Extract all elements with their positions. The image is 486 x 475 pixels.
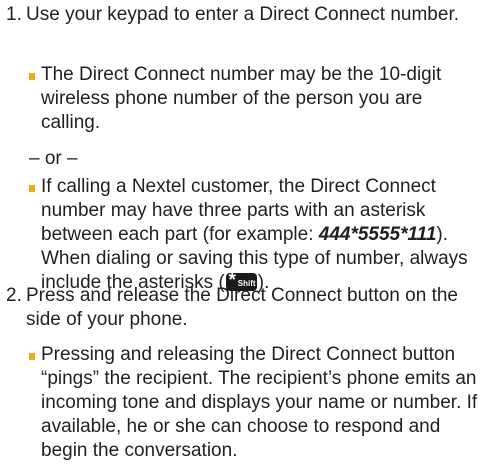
bullet-text: If calling a Nextel customer, the Direct… xyxy=(41,175,486,295)
bullet-text: The Direct Connect number may be the 10-… xyxy=(41,64,442,133)
bullet-text: Pressing and releasing the Direct Connec… xyxy=(41,344,478,461)
step-text: Use your keypad to enter a Direct Connec… xyxy=(26,4,460,25)
bullet-square-icon xyxy=(29,185,35,192)
example-number: 444*5555*111 xyxy=(318,224,437,245)
or-separator: – or – xyxy=(29,148,78,169)
instruction-page: 1. Use your keypad to enter a Direct Con… xyxy=(0,0,486,475)
bullet-square-icon xyxy=(29,73,35,80)
step-number: 1. xyxy=(6,4,22,25)
step-text: Press and release the Direct Connect but… xyxy=(26,285,458,330)
bullet-square-icon xyxy=(29,353,35,360)
step-number: 2. xyxy=(6,285,22,306)
